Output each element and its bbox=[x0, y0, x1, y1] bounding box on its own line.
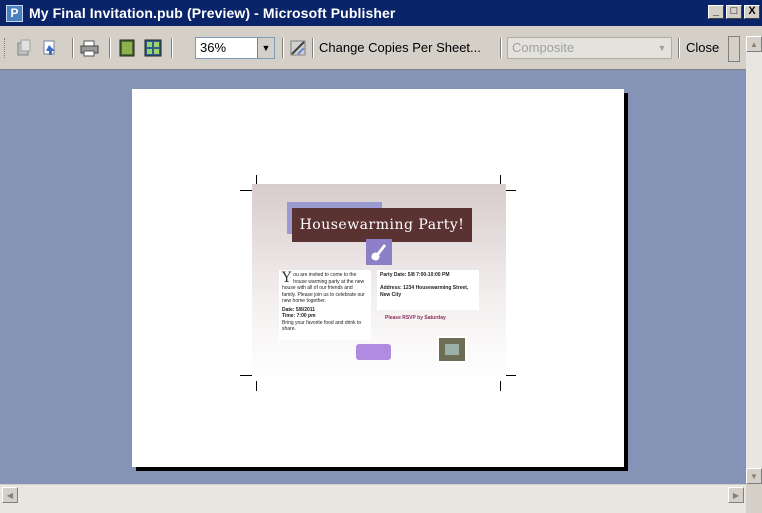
window-controls: _ □ X bbox=[708, 5, 762, 19]
party-date: Party Date: 5/8 7:00-10:00 PM bbox=[380, 272, 450, 278]
color-mode-value: Composite bbox=[512, 40, 575, 55]
invitation-design: Housewarming Party! Y ou are invited to … bbox=[252, 184, 506, 379]
zoom-select[interactable]: 36% ▼ bbox=[195, 37, 275, 59]
preview-workspace: Housewarming Party! Y ou are invited to … bbox=[0, 70, 746, 484]
house-photo bbox=[437, 336, 467, 363]
guitar-clipart bbox=[366, 239, 392, 265]
dropcap: Y bbox=[282, 270, 292, 286]
vertical-scrollbar[interactable]: ▲ ▼ bbox=[746, 36, 762, 484]
color-toggle-icon[interactable] bbox=[288, 38, 308, 58]
publisher-icon[interactable]: P bbox=[6, 4, 23, 22]
print-icon[interactable] bbox=[80, 38, 100, 58]
close-preview-button[interactable]: Close bbox=[686, 38, 719, 58]
page-up-icon[interactable] bbox=[14, 38, 34, 58]
page-down-icon[interactable] bbox=[40, 38, 60, 58]
minimize-button[interactable]: _ bbox=[708, 5, 724, 19]
maximize-button[interactable]: □ bbox=[726, 5, 742, 19]
chevron-down-icon: ▼ bbox=[657, 43, 667, 53]
toolbar-grip[interactable] bbox=[4, 38, 8, 58]
crop-mark bbox=[240, 190, 252, 191]
horizontal-scrollbar[interactable]: ◀ ▶ bbox=[0, 484, 746, 513]
note-line: Bring your favorite food and drink to sh… bbox=[282, 319, 362, 333]
scroll-up-button[interactable]: ▲ bbox=[746, 36, 762, 52]
scroll-right-button[interactable]: ▶ bbox=[728, 487, 744, 503]
preview-page: Housewarming Party! Y ou are invited to … bbox=[132, 89, 624, 467]
zoom-value: 36% bbox=[200, 40, 227, 55]
invitation-text-left: Y ou are invited to come to the house wa… bbox=[279, 270, 371, 340]
decorative-graphic bbox=[356, 344, 391, 360]
chevron-down-icon[interactable]: ▼ bbox=[257, 38, 274, 58]
title-bar: P My Final Invitation.pub (Preview) - Mi… bbox=[0, 0, 762, 26]
change-copies-button[interactable]: Change Copies Per Sheet... bbox=[319, 38, 481, 58]
multiple-pages-icon[interactable] bbox=[143, 38, 163, 58]
crop-mark bbox=[240, 375, 252, 376]
close-window-button[interactable]: X bbox=[744, 5, 760, 19]
invitation-text-right: Party Date: 5/8 7:00-10:00 PM Address: 1… bbox=[377, 270, 479, 310]
invitation-heading: Housewarming Party! bbox=[292, 208, 472, 242]
body-text: ou are invited to come to the house warm… bbox=[282, 272, 365, 304]
rsvp-text: Please RSVP by Saturday bbox=[385, 315, 446, 321]
crop-mark bbox=[500, 381, 501, 391]
window-title: My Final Invitation.pub (Preview) - Micr… bbox=[29, 5, 396, 21]
color-mode-select: Composite ▼ bbox=[507, 37, 672, 59]
print-preview-toolbar: 36% ▼ Change Copies Per Sheet... Composi… bbox=[0, 26, 762, 70]
address-line: Address: 1234 Housewarming Street, New C… bbox=[380, 285, 469, 298]
size-grip[interactable] bbox=[746, 484, 762, 512]
crop-mark bbox=[256, 381, 257, 391]
one-page-icon[interactable] bbox=[117, 38, 137, 58]
toolbar-overflow-button[interactable] bbox=[728, 36, 740, 62]
scroll-down-button[interactable]: ▼ bbox=[746, 468, 762, 484]
scroll-left-button[interactable]: ◀ bbox=[2, 487, 18, 503]
